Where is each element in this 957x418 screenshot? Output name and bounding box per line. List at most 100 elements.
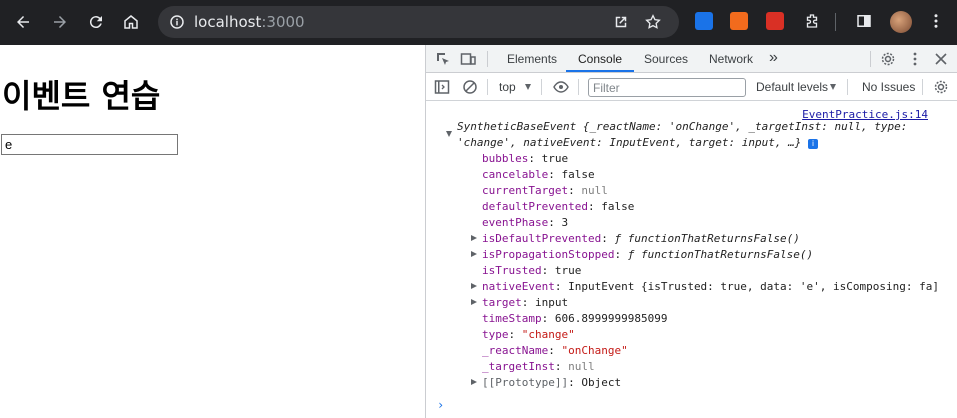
property-key: target [482, 296, 522, 309]
property-key: [[Prototype]] [482, 376, 569, 389]
page-heading: 이벤트 연습 [2, 77, 161, 115]
devtools-tab-bar: Elements Console Sources Network » [426, 45, 957, 73]
inspect-element-icon[interactable] [435, 51, 451, 67]
device-toolbar-icon[interactable] [460, 51, 476, 67]
expand-object-icon[interactable] [446, 131, 452, 137]
property-key: cancelable [482, 168, 549, 181]
browser-toolbar: localhost:3000 [0, 0, 957, 45]
open-in-new-icon[interactable] [612, 13, 630, 31]
console-filter-input[interactable]: Filter [588, 78, 746, 97]
property-row[interactable]: currentTarget: null [482, 183, 608, 199]
extension-red-icon[interactable] [766, 12, 784, 30]
extension-css-icon[interactable] [695, 12, 713, 30]
forward-arrow-icon[interactable] [50, 12, 70, 32]
close-devtools-icon[interactable] [933, 51, 949, 67]
toolbar-divider [487, 79, 488, 95]
active-tab-indicator [566, 70, 634, 72]
log-levels-dropdown[interactable]: Default levels [756, 80, 828, 94]
property-value: input [535, 296, 569, 309]
tab-divider [870, 51, 871, 67]
property-key: isPropagationStopped [482, 248, 615, 261]
property-value: 606.8999999985099 [554, 312, 668, 325]
property-key: nativeEvent [482, 280, 555, 293]
property-key: type [482, 328, 509, 341]
property-row[interactable]: nativeEvent: InputEvent {isTrusted: true… [482, 279, 939, 295]
console-prompt-icon[interactable]: › [437, 398, 444, 412]
property-key: timeStamp [482, 312, 542, 325]
tab-elements[interactable]: Elements [507, 52, 557, 66]
context-dropdown-icon[interactable] [525, 84, 531, 90]
extensions-puzzle-icon[interactable] [803, 12, 821, 30]
property-row[interactable]: isDefaultPrevented: ƒ functionThatReturn… [482, 231, 800, 247]
toolbar-divider [578, 79, 579, 95]
property-key: defaultPrevented [482, 200, 588, 213]
property-value: false [561, 168, 595, 181]
property-row[interactable]: cancelable: false [482, 167, 595, 183]
property-value: null [568, 360, 595, 373]
toolbar-divider [847, 79, 848, 95]
property-row[interactable]: timeStamp: 606.8999999985099 [482, 311, 667, 327]
property-key: bubbles [482, 152, 529, 165]
property-row[interactable]: eventPhase: 3 [482, 215, 568, 231]
property-value: 3 [561, 216, 569, 229]
property-value: true [554, 264, 582, 277]
url-text: localhost:3000 [194, 13, 305, 31]
property-value: Object [581, 376, 622, 389]
property-key: eventPhase [482, 216, 549, 229]
sidebar-toggle-icon[interactable] [434, 79, 450, 95]
page-viewport: 이벤트 연습 [0, 45, 425, 418]
tab-network[interactable]: Network [709, 52, 753, 66]
property-row[interactable]: _reactName: "onChange" [482, 343, 628, 359]
live-expression-eye-icon[interactable] [553, 79, 569, 95]
property-row[interactable]: type: "change" [482, 327, 575, 343]
property-row[interactable]: _targetInst: null [482, 359, 595, 375]
settings-gear-icon[interactable] [880, 51, 896, 67]
levels-dropdown-icon[interactable] [830, 84, 836, 90]
address-bar[interactable]: localhost:3000 [158, 6, 679, 38]
devtools-panel: Elements Console Sources Network » top F… [425, 45, 957, 418]
property-value: false [601, 200, 635, 213]
property-key: isTrusted [482, 264, 542, 277]
property-value: ƒ functionThatReturnsFalse() [627, 248, 814, 261]
profile-avatar[interactable] [890, 11, 912, 33]
expand-property-icon[interactable] [471, 283, 477, 289]
issues-counter[interactable]: No Issues [862, 80, 915, 94]
property-key: _reactName [482, 344, 549, 357]
property-value: true [541, 152, 569, 165]
text-input[interactable] [1, 134, 178, 155]
bookmark-star-icon[interactable] [644, 13, 662, 31]
property-key: isDefaultPrevented [482, 232, 602, 245]
devtools-menu-icon[interactable] [907, 51, 923, 67]
back-arrow-icon[interactable] [13, 12, 33, 32]
expand-property-icon[interactable] [471, 299, 477, 305]
property-row[interactable]: bubbles: true [482, 151, 568, 167]
home-icon[interactable] [121, 12, 141, 32]
more-tabs-icon[interactable]: » [769, 49, 778, 67]
property-value: ƒ functionThatReturnsFalse() [614, 232, 800, 245]
tab-sources[interactable]: Sources [644, 52, 688, 66]
context-selector[interactable]: top [499, 80, 516, 94]
side-panel-icon[interactable] [855, 12, 873, 30]
expand-property-icon[interactable] [471, 379, 477, 385]
property-row[interactable]: isPropagationStopped: ƒ functionThatRetu… [482, 247, 813, 263]
site-info-icon[interactable] [168, 13, 186, 31]
property-row[interactable]: isTrusted: true [482, 263, 581, 279]
extension-ex-icon[interactable] [730, 12, 748, 30]
property-value: null [581, 184, 608, 197]
expand-property-icon[interactable] [471, 235, 477, 241]
console-settings-gear-icon[interactable] [933, 79, 949, 95]
object-summary-line-2[interactable]: 'change', nativeEvent: InputEvent, targe… [457, 135, 818, 151]
property-row[interactable]: defaultPrevented: false [482, 199, 634, 215]
toolbar-divider [922, 79, 923, 95]
object-summary-line-1[interactable]: SyntheticBaseEvent {_reactName: 'onChang… [457, 119, 907, 135]
property-value: InputEvent {isTrusted: true, data: 'e', … [568, 280, 939, 293]
reload-icon[interactable] [86, 12, 106, 32]
info-badge-icon[interactable]: i [808, 139, 818, 149]
expand-property-icon[interactable] [471, 251, 477, 257]
browser-menu-icon[interactable] [927, 12, 945, 30]
property-row[interactable]: target: input [482, 295, 568, 311]
property-row[interactable]: [[Prototype]]: Object [482, 375, 621, 391]
toolbar-divider [835, 13, 836, 31]
tab-console[interactable]: Console [578, 52, 622, 66]
clear-console-icon[interactable] [462, 79, 478, 95]
